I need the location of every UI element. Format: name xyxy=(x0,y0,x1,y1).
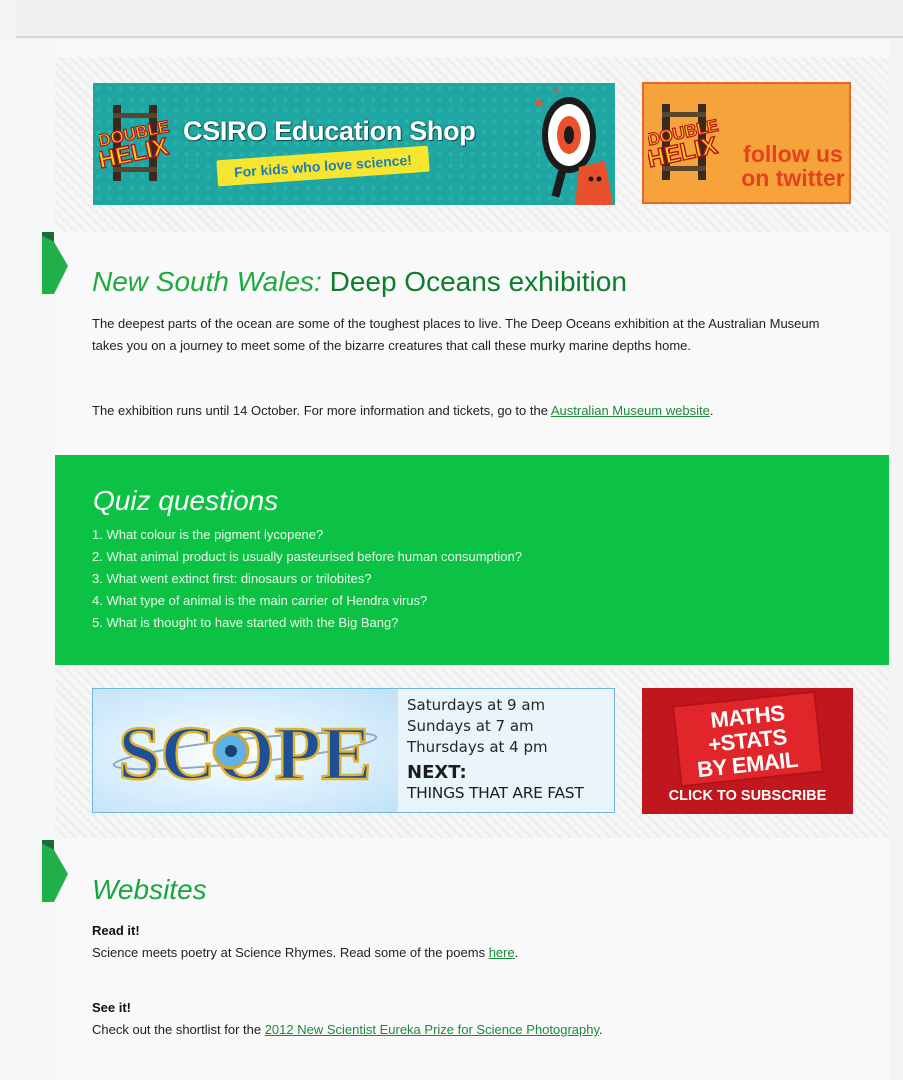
poems-link[interactable]: here xyxy=(489,945,515,960)
see-it-heading: See it! xyxy=(92,1000,132,1015)
read-it-end: . xyxy=(514,945,519,960)
websites-title: Websites xyxy=(92,874,207,905)
quiz-question: 5. What is thought to have started with … xyxy=(92,615,399,630)
deep-oceans-region: New South Wales: xyxy=(92,266,322,297)
twitter-line-1: follow us xyxy=(743,141,843,167)
australian-museum-link[interactable]: Australian Museum website xyxy=(551,403,710,418)
scope-time: Saturdays at 9 am xyxy=(407,696,546,714)
twitter-follow-banner[interactable]: DOUBLE HELIX follow us on twitter xyxy=(642,82,851,204)
quiz-question-list: 1. What colour is the pigment lycopene? … xyxy=(92,524,522,634)
quiz-question: 4. What type of animal is the main carri… xyxy=(92,593,428,608)
quiz-section: Quiz questions 1. What colour is the pig… xyxy=(55,455,889,665)
section-tab-icon xyxy=(42,232,68,294)
twitter-banner-text: follow us on twitter xyxy=(736,141,849,191)
scope-logo: SCOPE xyxy=(112,711,378,793)
see-it-end: . xyxy=(599,1022,603,1037)
double-helix-logo: DOUBLE HELIX xyxy=(99,105,171,181)
csiro-shop-banner[interactable]: DOUBLE HELIX CSIRO Education Shop For ki… xyxy=(93,83,615,205)
csiro-shop-title: CSIRO Education Shop xyxy=(183,116,476,146)
quiz-title: Quiz questions xyxy=(93,485,279,516)
twitter-line-2: on twitter xyxy=(741,165,845,191)
quiz-question: 2. What animal product is usually pasteu… xyxy=(92,549,522,564)
scope-tv-banner[interactable]: SCOPE Saturdays at 9 am Sundays at 7 am … xyxy=(92,688,615,813)
magnifier-mascot-icon xyxy=(533,87,613,205)
quiz-question: 3. What went extinct first: dinosaurs or… xyxy=(92,571,372,586)
double-helix-logo: DOUBLE HELIX xyxy=(648,104,720,180)
deep-oceans-paragraph: The deepest parts of the ocean are some … xyxy=(92,316,820,353)
see-it-body: Check out the shortlist for the xyxy=(92,1022,265,1037)
deep-oceans-info: The exhibition runs until 14 October. Fo… xyxy=(92,400,837,422)
scope-next-topic: THINGS THAT ARE FAST xyxy=(407,784,584,802)
info-text: The exhibition runs until 14 October. Fo… xyxy=(92,403,551,418)
read-it-text: Science meets poetry at Science Rhymes. … xyxy=(92,942,837,964)
maths-stats-banner[interactable]: MATHS +STATS BY EMAIL CLICK TO SUBSCRIBE xyxy=(642,688,853,814)
see-it-text: Check out the shortlist for the 2012 New… xyxy=(92,1019,837,1041)
info-text-end: . xyxy=(709,403,714,418)
quiz-question: 1. What colour is the pigment lycopene? xyxy=(92,527,324,542)
read-it-body: Science meets poetry at Science Rhymes. … xyxy=(92,945,489,960)
deep-oceans-title: New South Wales: Deep Oceans exhibition xyxy=(92,266,627,298)
scope-schedule: Saturdays at 9 am Sundays at 7 am Thursd… xyxy=(407,695,548,758)
scope-time: Thursdays at 4 pm xyxy=(407,738,548,756)
deep-oceans-heading: Deep Oceans exhibition xyxy=(329,266,627,297)
eureka-prize-link[interactable]: 2012 New Scientist Eureka Prize for Scie… xyxy=(265,1022,599,1037)
scope-next-label: NEXT: xyxy=(407,762,467,783)
read-it-heading: Read it! xyxy=(92,923,140,938)
top-bar xyxy=(16,0,903,38)
scope-time: Sundays at 7 am xyxy=(407,717,534,735)
left-margin xyxy=(0,40,55,1080)
section-tab-icon xyxy=(42,840,68,902)
subscribe-button[interactable]: CLICK TO SUBSCRIBE xyxy=(642,788,853,804)
